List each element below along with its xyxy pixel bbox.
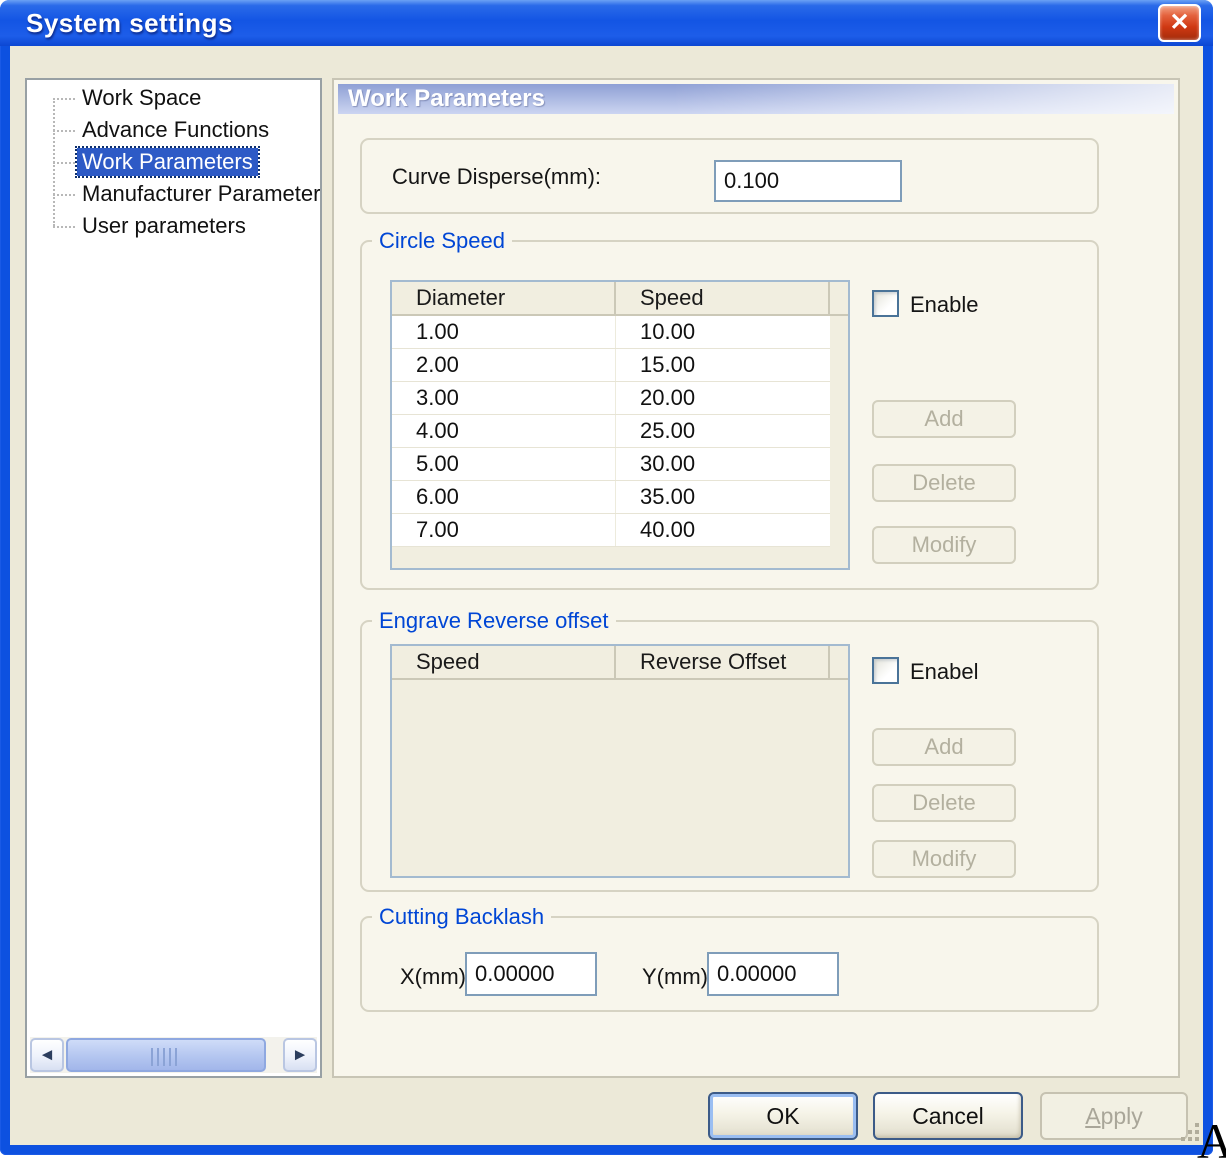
table-header-row[interactable]: Diameter Speed [392,282,848,316]
engrave-offset-enable-checkbox[interactable] [872,657,899,684]
sidebar-item-label: Advance Functions [77,116,274,144]
ok-button[interactable]: OK [708,1092,858,1140]
window-title: System settings [26,8,233,39]
column-header-speed[interactable]: Speed [616,282,830,314]
cell-diameter: 1.00 [392,316,616,348]
title-bar[interactable]: System settings ✕ [0,0,1213,46]
cell-diameter: 2.00 [392,349,616,381]
cell-diameter: 6.00 [392,481,616,513]
y-mm-label: Y(mm): [642,964,714,990]
curve-disperse-input[interactable] [714,160,902,202]
cell-speed: 20.00 [616,382,829,414]
column-header-diameter[interactable]: Diameter [392,282,616,314]
engrave-offset-delete-button[interactable]: Delete [872,784,1016,822]
engrave-offset-table[interactable]: Speed Reverse Offset [390,644,850,878]
table-row[interactable]: 5.00 30.00 [392,448,830,481]
system-settings-dialog: System settings ✕ Work Space Advance Fun… [0,0,1213,1155]
cancel-button[interactable]: Cancel [873,1092,1023,1140]
sidebar-item-user-parameters[interactable]: User parameters [27,210,320,242]
scrollbar-track[interactable] [66,1038,281,1072]
tree-horizontal-scrollbar[interactable]: ◄ ► [30,1037,317,1073]
engrave-offset-caption: Engrave Reverse offset [372,608,616,634]
y-mm-input[interactable] [707,952,839,996]
circle-speed-table[interactable]: Diameter Speed 1.00 10.00 2.00 15.00 [390,280,850,570]
table-body: 1.00 10.00 2.00 15.00 3.00 20.00 4.00 [392,316,830,547]
close-icon[interactable]: ✕ [1158,4,1201,42]
thumb-grip-icon [151,1048,181,1066]
cell-speed: 10.00 [616,316,829,348]
cell-speed: 15.00 [616,349,829,381]
circle-speed-enable-checkbox[interactable] [872,290,899,317]
x-mm-label: X(mm): [400,964,472,990]
sidebar-item-label: Work Space [77,84,206,112]
tree-branch-icon [53,162,75,164]
engrave-offset-enable-label: Enabel [910,659,979,685]
cutting-backlash-caption: Cutting Backlash [372,904,551,930]
cell-speed: 35.00 [616,481,829,513]
background-document-text: A [1197,1112,1226,1164]
cell-speed: 40.00 [616,514,829,546]
tree-branch-icon [53,130,75,132]
sidebar-item-work-parameters[interactable]: Work Parameters [27,146,320,178]
sidebar-item-work-space[interactable]: Work Space [27,82,320,114]
sidebar-item-label: Manufacturer Parameters [77,180,322,208]
circle-speed-caption: Circle Speed [372,228,512,254]
circle-speed-delete-button[interactable]: Delete [872,464,1016,502]
cell-diameter: 7.00 [392,514,616,546]
page-title: Work Parameters [338,84,1174,114]
scroll-right-icon[interactable]: ► [283,1038,317,1072]
cell-speed: 30.00 [616,448,829,480]
column-header-speed[interactable]: Speed [392,646,616,678]
curve-disperse-label: Curve Disperse(mm): [392,164,601,190]
settings-tree: Work Space Advance Functions Work Parame… [25,78,322,1078]
x-mm-input[interactable] [465,952,597,996]
table-row[interactable]: 6.00 35.00 [392,481,830,514]
tree-branch-icon [53,226,75,228]
circle-speed-modify-button[interactable]: Modify [872,526,1016,564]
dialog-body: Work Space Advance Functions Work Parame… [10,46,1203,1145]
cell-diameter: 3.00 [392,382,616,414]
table-row[interactable]: 2.00 15.00 [392,349,830,382]
table-row[interactable]: 1.00 10.00 [392,316,830,349]
engrave-offset-modify-button[interactable]: Modify [872,840,1016,878]
sidebar-item-label: User parameters [77,212,251,240]
engrave-offset-add-button[interactable]: Add [872,728,1016,766]
apply-button[interactable]: Apply [1040,1092,1188,1140]
sidebar-item-advance-functions[interactable]: Advance Functions [27,114,320,146]
column-header-reverse-offset[interactable]: Reverse Offset [616,646,830,678]
scrollbar-thumb[interactable] [66,1038,266,1072]
table-row[interactable]: 4.00 25.00 [392,415,830,448]
panel-header: Work Parameters [338,84,1174,114]
tree-branch-icon [53,194,75,196]
circle-speed-enable-label: Enable [910,292,979,318]
sidebar-item-manufacturer-parameters[interactable]: Manufacturer Parameters [27,178,320,210]
cell-diameter: 5.00 [392,448,616,480]
work-parameters-panel: Work Parameters Curve Disperse(mm): Circ… [332,78,1180,1078]
table-row[interactable]: 7.00 40.00 [392,514,830,547]
cell-diameter: 4.00 [392,415,616,447]
screen: A System settings ✕ Work Space Advance F… [0,0,1226,1164]
tree-branch-icon [53,98,75,100]
circle-speed-add-button[interactable]: Add [872,400,1016,438]
table-header-row[interactable]: Speed Reverse Offset [392,646,848,680]
apply-label-rest: pply [1101,1103,1143,1129]
scroll-left-icon[interactable]: ◄ [30,1038,64,1072]
sidebar-item-label-selected: Work Parameters [77,148,258,176]
table-row[interactable]: 3.00 20.00 [392,382,830,415]
cell-speed: 25.00 [616,415,829,447]
apply-accelerator: A [1085,1103,1100,1129]
